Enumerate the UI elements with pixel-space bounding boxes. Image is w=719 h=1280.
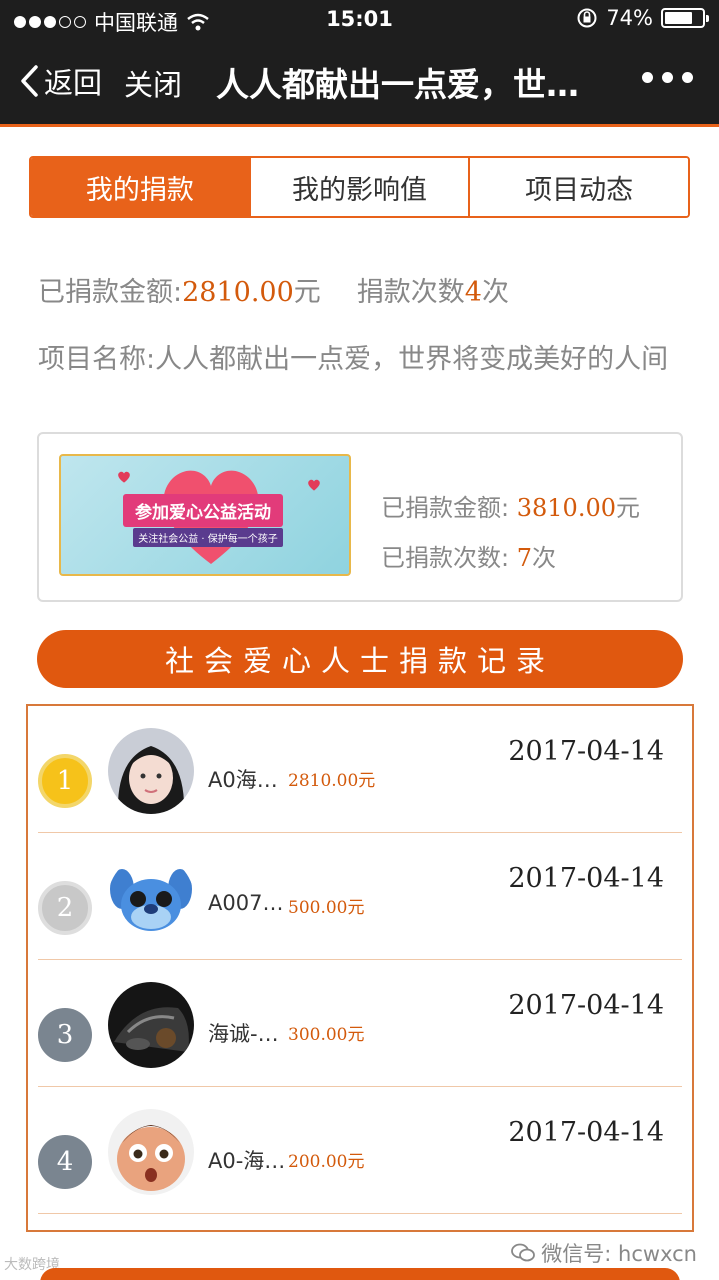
card-count-unit: 次 [532,544,557,572]
small-heart-icon [118,471,130,483]
donated-unit: 元 [293,277,321,308]
list-item[interactable]: 2 A007… 500.00元 2017-04-14 [28,833,692,960]
avatar [108,982,194,1068]
donation-records-button[interactable]: 社会爱心人士捐款记录 [37,630,683,688]
count-unit: 次 [481,277,509,308]
card-amount: 已捐款金额: 3810.00元 [381,488,640,523]
back-button[interactable]: 返回 [18,60,102,102]
project-name-value: 人人都献出一点爱，世界将变成美好的人间 [155,344,669,375]
bottom-button-peek[interactable] [40,1268,680,1280]
nav-bar: 返回 关闭 人人都献出一点爱，世界将变成美好的人间 [0,40,719,124]
row-divider [38,1213,682,1214]
battery-percent: 74% [606,6,653,30]
back-label: 返回 [44,66,103,100]
chevron-left-icon [21,65,38,97]
donation-date: 2017-04-14 [508,1117,664,1148]
rotation-lock-icon [577,8,597,28]
card-amount-unit: 元 [615,494,640,522]
list-item[interactable]: 1 A0海… 2810.00元 2017-04-14 [28,706,692,833]
list-item[interactable]: 4 A0-海… 200.00元 2017-04-14 [28,1087,692,1214]
card-amount-label: 已捐款金额: [381,494,510,522]
tab-project-news[interactable]: 项目动态 [468,158,688,216]
card-count-label: 已捐款次数: [381,544,510,572]
wechat-id-text: 微信号: hcwxcn [541,1242,697,1266]
banner-subtitle: 关注社会公益 · 保护每一个孩子 [133,528,283,547]
more-dot-icon [642,72,653,83]
tab-my-donation[interactable]: 我的捐款 [31,158,249,216]
banner-title: 参加爱心公益活动 [123,494,283,527]
rank-badge-gold: 1 [38,754,92,808]
donated-label: 已捐款金额: [38,277,183,308]
tab-bar: 我的捐款 我的影响值 项目动态 [29,156,690,218]
rank-badge: 3 [38,1008,92,1062]
battery-fill [665,12,692,24]
donation-amount: 500.00元 [288,898,365,918]
donated-value: 2810.00 [182,277,294,308]
page-title: 人人都献出一点爱，世界将变成美好的人间 [216,65,606,104]
nav-underline [0,124,719,127]
donation-amount: 2810.00元 [288,771,376,791]
donation-amount: 300.00元 [288,1025,365,1045]
list-item[interactable]: 3 海诚-… 300.00元 2017-04-14 [28,960,692,1087]
card-amount-value: 3810.00 [516,494,616,522]
donation-records-list: 1 A0海… 2810.00元 2017-04-14 2 A007… 500.0… [26,704,694,1232]
avatar [108,728,194,814]
donation-date: 2017-04-14 [508,990,664,1021]
donation-summary: 已捐款金额:2810.00元 捐款次数4次 [38,270,509,309]
donor-name: A0海… [208,768,278,792]
donor-name: 海诚-… [208,1022,279,1046]
count-value: 4 [464,277,482,308]
avatar [108,855,194,941]
donation-date: 2017-04-14 [508,863,664,894]
donation-amount: 200.00元 [288,1152,365,1172]
project-name: 项目名称:人人都献出一点爱，世界将变成美好的人间 [38,336,698,384]
donation-date: 2017-04-14 [508,736,664,767]
more-menu-button[interactable] [642,72,693,83]
project-banner-image: 参加爱心公益活动 关注社会公益 · 保护每一个孩子 [59,454,351,576]
donor-name: A0-海… [208,1149,286,1173]
rank-badge-silver: 2 [38,881,92,935]
battery-icon [661,8,709,28]
count-label: 捐款次数 [356,277,465,308]
project-name-label: 项目名称: [38,344,156,375]
project-card[interactable]: 参加爱心公益活动 关注社会公益 · 保护每一个孩子 已捐款金额: 3810.00… [37,432,683,602]
close-button[interactable]: 关闭 [124,62,182,104]
rank-badge: 4 [38,1135,92,1189]
avatar [108,1109,194,1195]
card-count-value: 7 [516,544,533,572]
status-right: 74% [576,6,709,30]
wechat-id: 微信号: hcwxcn [511,1238,697,1268]
card-count: 已捐款次数: 7次 [381,538,556,573]
status-bar: 中国联通 15:01 74% [0,0,719,40]
tab-my-influence[interactable]: 我的影响值 [248,158,469,216]
small-heart-icon [308,479,320,491]
wechat-icon [511,1243,536,1262]
donor-name: A007… [208,891,284,915]
